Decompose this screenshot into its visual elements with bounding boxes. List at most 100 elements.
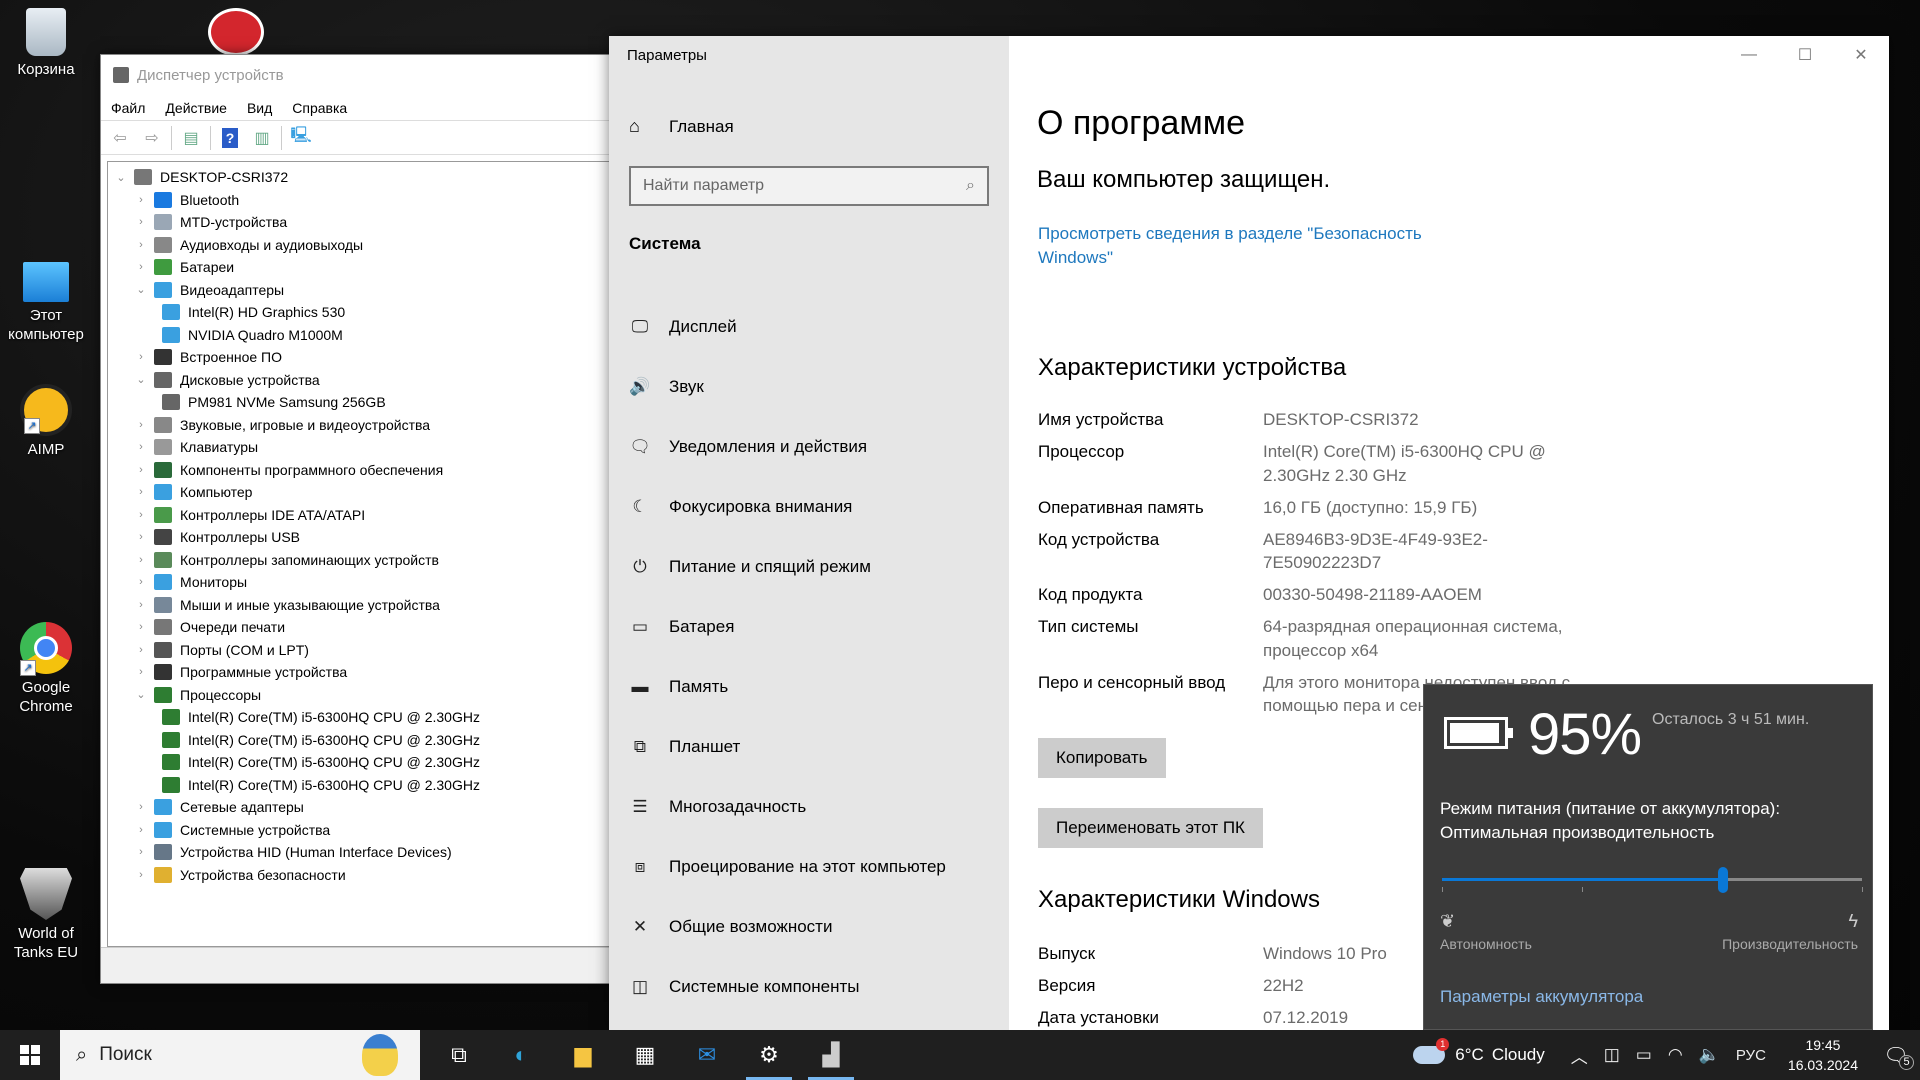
nav-item[interactable]: ☰ Многозадачность: [629, 777, 946, 837]
menu-view[interactable]: Вид: [247, 100, 272, 116]
menu-action[interactable]: Действие: [165, 100, 227, 116]
menu-help[interactable]: Справка: [292, 100, 347, 116]
forward-button[interactable]: ⇨: [139, 127, 165, 149]
chevron-right-icon[interactable]: ›: [134, 824, 148, 836]
tree-category[interactable]: ⌄ Процессоры: [108, 684, 619, 707]
desktop-icon-aimp[interactable]: ↗ AIMP: [0, 384, 92, 459]
nav-item[interactable]: ⏻ Питание и спящий режим: [629, 537, 946, 597]
chevron-right-icon[interactable]: ›: [134, 194, 148, 206]
tree-category[interactable]: › Компьютер: [108, 481, 619, 504]
tree-device[interactable]: PM981 NVMe Samsung 256GB: [108, 391, 619, 414]
chevron-right-icon[interactable]: ›: [134, 801, 148, 813]
chevron-right-icon[interactable]: ›: [134, 351, 148, 363]
tree-category[interactable]: › Аудиовходы и аудиовыходы: [108, 234, 619, 257]
chevron-right-icon[interactable]: ›: [134, 666, 148, 678]
tree-category[interactable]: › Мыши и иные указывающие устройства: [108, 594, 619, 617]
help-button[interactable]: ?: [217, 127, 243, 149]
chevron-right-icon[interactable]: ›: [134, 621, 148, 633]
rename-pc-button[interactable]: Переименовать этот ПК: [1038, 808, 1263, 848]
chevron-right-icon[interactable]: ›: [134, 261, 148, 273]
tree-category[interactable]: › Программные устройства: [108, 661, 619, 684]
device-manager-titlebar[interactable]: Диспетчер устройств: [101, 55, 619, 95]
wargaming-icon[interactable]: [208, 8, 264, 56]
taskbar-app-edge[interactable]: ◐: [490, 1030, 552, 1080]
tree-category[interactable]: › Очереди печати: [108, 616, 619, 639]
tree-category[interactable]: › Контроллеры запоминающих устройств: [108, 549, 619, 572]
show-hide-console-tree-button[interactable]: ▤: [178, 127, 204, 149]
chevron-down-icon[interactable]: ⌄: [134, 283, 148, 296]
chevron-right-icon[interactable]: ›: [134, 554, 148, 566]
copy-button[interactable]: Копировать: [1038, 738, 1166, 778]
start-button[interactable]: [0, 1030, 60, 1080]
show-hide-action-pane-button[interactable]: ▥: [249, 127, 275, 149]
maximize-button[interactable]: ☐: [1777, 36, 1833, 74]
taskbar-app-settings[interactable]: ⚙: [738, 1030, 800, 1080]
battery-tray-icon[interactable]: ▭: [1636, 1045, 1652, 1065]
taskbar-app-task-view[interactable]: ⧉: [428, 1030, 490, 1080]
show-hidden-icons-button[interactable]: ︿: [1571, 1043, 1588, 1068]
tree-category[interactable]: › Клавиатуры: [108, 436, 619, 459]
settings-search-input[interactable]: Найти параметр ⌕: [629, 166, 989, 206]
taskbar-app-device-manager[interactable]: ▟: [800, 1030, 862, 1080]
camera-icon[interactable]: ◫: [1604, 1045, 1620, 1065]
chevron-down-icon[interactable]: ⌄: [134, 373, 148, 386]
clock[interactable]: 19:45 16.03.2024: [1788, 1035, 1858, 1075]
tree-category[interactable]: › Встроенное ПО: [108, 346, 619, 369]
minimize-button[interactable]: —: [1721, 36, 1777, 74]
chevron-right-icon[interactable]: ›: [134, 846, 148, 858]
volume-icon[interactable]: 🔈: [1699, 1045, 1720, 1065]
desktop-icon-world-of-tanks[interactable]: World of Tanks EU: [0, 868, 92, 962]
taskbar-app-microsoft-store[interactable]: ▦: [614, 1030, 676, 1080]
nav-item[interactable]: ◫ Системные компоненты: [629, 957, 946, 1017]
menu-file[interactable]: Файл: [111, 100, 145, 116]
nav-item[interactable]: ☾ Фокусировка внимания: [629, 477, 946, 537]
power-mode-slider[interactable]: [1442, 865, 1863, 895]
desktop-icon-recycle-bin[interactable]: Корзина: [0, 8, 92, 79]
windows-security-link[interactable]: Просмотреть сведения в разделе "Безопасн…: [1038, 222, 1458, 270]
tree-category[interactable]: › Мониторы: [108, 571, 619, 594]
chevron-right-icon[interactable]: ›: [134, 576, 148, 588]
chevron-right-icon[interactable]: ›: [134, 486, 148, 498]
nav-item[interactable]: 🖵 Дисплей: [629, 297, 946, 357]
tree-device[interactable]: NVIDIA Quadro M1000M: [108, 324, 619, 347]
chevron-right-icon[interactable]: ›: [134, 441, 148, 453]
taskbar-app-mail[interactable]: ✉: [676, 1030, 738, 1080]
chevron-right-icon[interactable]: ›: [134, 216, 148, 228]
chevron-right-icon[interactable]: ›: [134, 869, 148, 881]
nav-item[interactable]: ▬ Память: [629, 657, 946, 717]
desktop-icon-this-pc[interactable]: Этот компьютер: [0, 258, 92, 344]
desktop-icon-chrome[interactable]: ↗ Google Chrome: [0, 622, 92, 716]
tree-category[interactable]: › Сетевые адаптеры: [108, 796, 619, 819]
tree-category[interactable]: › Контроллеры IDE ATA/ATAPI: [108, 504, 619, 527]
chevron-right-icon[interactable]: ›: [134, 599, 148, 611]
slider-thumb[interactable]: [1718, 867, 1729, 893]
chevron-right-icon[interactable]: ›: [134, 419, 148, 431]
nav-item[interactable]: 🗨 Уведомления и действия: [629, 417, 946, 477]
tree-device[interactable]: Intel(R) Core(TM) i5-6300HQ CPU @ 2.30GH…: [108, 706, 619, 729]
tree-category[interactable]: › Контроллеры USB: [108, 526, 619, 549]
tree-category[interactable]: › Компоненты программного обеспечения: [108, 459, 619, 482]
nav-item[interactable]: ✕ Общие возможности: [629, 897, 946, 957]
wifi-icon[interactable]: ◠: [1668, 1045, 1683, 1065]
chevron-right-icon[interactable]: ›: [134, 531, 148, 543]
tree-root[interactable]: ⌄ DESKTOP-CSRI372: [108, 166, 619, 189]
action-center-button[interactable]: 🗨 5: [1872, 1043, 1920, 1070]
tree-device[interactable]: Intel(R) HD Graphics 530: [108, 301, 619, 324]
tree-category[interactable]: › Системные устройства: [108, 819, 619, 842]
language-indicator[interactable]: РУС: [1736, 1047, 1766, 1064]
chevron-right-icon[interactable]: ›: [134, 644, 148, 656]
tree-category[interactable]: › Порты (COM и LPT): [108, 639, 619, 662]
battery-settings-link[interactable]: Параметры аккумулятора: [1440, 987, 1643, 1007]
chevron-right-icon[interactable]: ›: [134, 239, 148, 251]
tree-category[interactable]: › Bluetooth: [108, 189, 619, 212]
nav-item[interactable]: ⧈ Проецирование на этот компьютер: [629, 837, 946, 897]
chevron-down-icon[interactable]: ⌄: [114, 171, 128, 184]
nav-home[interactable]: ⌂ Главная: [629, 116, 734, 137]
tree-category[interactable]: › MTD-устройства: [108, 211, 619, 234]
tree-device[interactable]: Intel(R) Core(TM) i5-6300HQ CPU @ 2.30GH…: [108, 774, 619, 797]
device-tree[interactable]: ⌄ DESKTOP-CSRI372 › Bluetooth › MTD-устройс…: [107, 161, 619, 947]
device-manager-window[interactable]: Диспетчер устройств Файл Действие Вид Сп…: [100, 54, 620, 984]
tree-device[interactable]: Intel(R) Core(TM) i5-6300HQ CPU @ 2.30GH…: [108, 751, 619, 774]
tree-category[interactable]: › Устройства HID (Human Interface Devices…: [108, 841, 619, 864]
chevron-down-icon[interactable]: ⌄: [134, 688, 148, 701]
